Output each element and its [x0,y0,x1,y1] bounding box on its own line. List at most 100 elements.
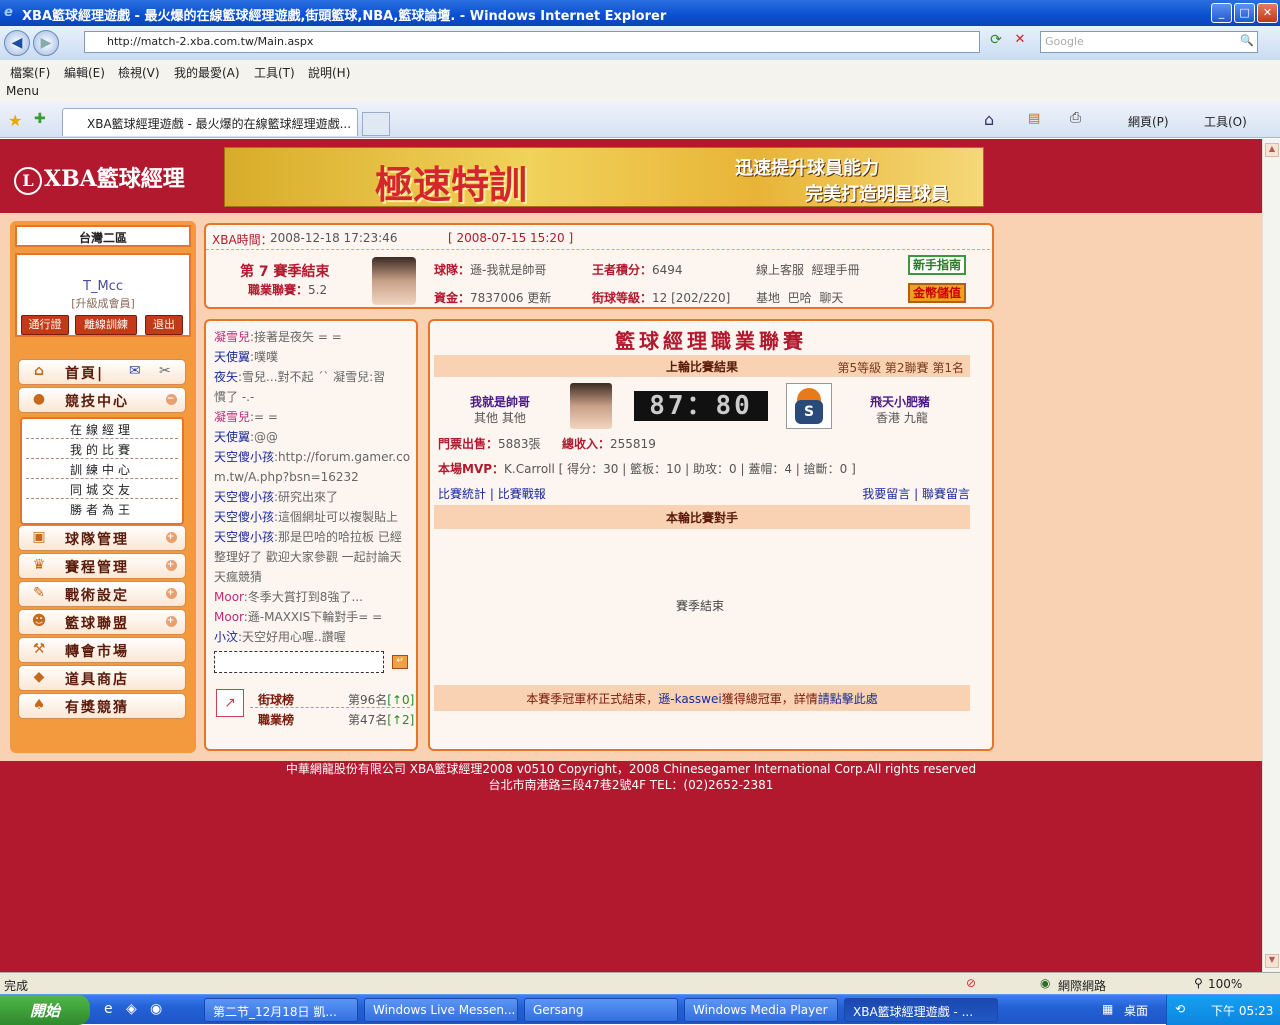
start-button[interactable]: 開始 [0,995,90,1025]
submenu-training-center[interactable]: 訓練中心 [26,459,178,479]
new-tab-button[interactable] [362,112,390,136]
submenu-online-manager[interactable]: 在線經理 [26,419,178,439]
stop-icon[interactable]: ✕ [1010,32,1030,52]
base-link[interactable]: 基地 [756,291,780,305]
submenu-my-matches[interactable]: 我的比賽 [26,439,178,459]
taskbar-item-active[interactable]: XBA籃球經理遊戲 - ... [844,998,998,1022]
ie-quicklaunch-icon[interactable]: e [104,1001,113,1017]
submenu-winner[interactable]: 勝者為王 [26,499,178,519]
chat-user[interactable]: Moor [214,590,244,604]
chat-user[interactable]: 天使翼 [214,430,250,444]
chat-user[interactable]: 天空傻小孩 [214,530,274,544]
menu-transfer[interactable]: ⚒ 轉會市場 [18,637,186,663]
menu-league[interactable]: ☻ 籃球聯盟 + [18,609,186,635]
search-input[interactable]: Google [1040,31,1258,53]
home-team-name[interactable]: 我就是帥哥 [470,393,530,410]
desktop-icon[interactable]: ▦ [1102,1002,1113,1016]
bahamut-link[interactable]: 巴哈 [788,291,812,305]
menu-team[interactable]: ▣ 球隊管理 + [18,525,186,551]
newbie-guide-button[interactable]: 新手指南 [908,255,966,275]
taskbar-item[interactable]: Gersang [524,998,678,1022]
refresh-icon[interactable]: ⟳ [986,32,1006,52]
details-link[interactable]: 請點擊此處 [818,692,878,706]
chat-user[interactable]: Moor [214,610,244,624]
home-team-avatar[interactable] [570,383,612,429]
user-level[interactable]: [升級成會員] [17,295,189,311]
chat-input[interactable] [214,651,384,673]
chat-link[interactable]: 聊天 [819,291,843,305]
zoom-level[interactable]: 100% [1208,977,1242,991]
menu-tools[interactable]: 工具(T) [254,64,295,81]
logout-button[interactable]: 退出 [145,315,183,335]
away-team-logo[interactable]: S [786,383,832,429]
forward-button[interactable]: ▶ [33,30,59,56]
expand-icon[interactable]: + [166,588,177,599]
media-quicklaunch-icon[interactable]: ◉ [150,1001,162,1017]
mail-icon[interactable]: ✉ [129,363,143,379]
expand-icon[interactable]: + [166,532,177,543]
handbook-link[interactable]: 經理手冊 [812,263,860,277]
menu-view[interactable]: 檢視(V) [118,64,160,81]
vertical-scrollbar[interactable]: ▲ ▼ [1262,139,1280,972]
taskbar-item[interactable]: Windows Media Player [684,998,838,1022]
chat-user[interactable]: 天空傻小孩 [214,490,274,504]
tools-menu[interactable]: 工具(O) [1204,113,1247,130]
manager-avatar[interactable] [372,257,416,305]
promo-banner[interactable]: 極速特訓 迅速提升球員能力 完美打造明星球員 [224,147,984,207]
offline-training-button[interactable]: 離線訓練 [75,315,137,335]
menu-home[interactable]: ⌂ 首頁| ✉ ✂ [18,359,186,385]
champion-team-link[interactable]: 遜-kasswei [658,692,721,706]
search-go-icon[interactable]: 🔍 [1240,34,1254,47]
chat-user[interactable]: 夜矢 [214,370,238,384]
leave-message-link[interactable]: 我要留言 [862,487,910,501]
quicklaunch-icon[interactable]: ◈ [126,1001,137,1017]
menu-schedule[interactable]: ♛ 賽程管理 + [18,553,186,579]
desktop-label[interactable]: 桌面 [1124,1002,1148,1019]
chat-user[interactable]: 天使翼 [214,350,250,364]
menu-edit[interactable]: 編輯(E) [64,64,105,81]
print-icon[interactable]: ⎙ [1070,110,1081,126]
street-rank-label[interactable]: 街球榜 [258,691,294,708]
menu-tactics[interactable]: ✎ 戰術設定 + [18,581,186,607]
add-favorite-icon[interactable]: ✚ [34,111,46,127]
close-button[interactable]: ✕ [1257,3,1278,23]
away-team-name[interactable]: 飛天小肥豬 [870,393,930,410]
taskbar-item[interactable]: Windows Live Messen... [364,998,518,1022]
taskbar-item[interactable]: 第二节_12月18日 凱... [204,998,358,1022]
match-report-link[interactable]: 比賽戰報 [498,487,546,501]
maximize-button[interactable]: □ [1234,3,1255,23]
menu-compete[interactable]: ● 競技中心 − [18,387,186,413]
refresh-link[interactable]: 更新 [527,291,551,305]
send-icon[interactable]: ↵ [392,655,408,669]
tray-icon[interactable]: ⟲ [1175,1002,1185,1016]
chat-user[interactable]: 凝雪兒 [214,410,250,424]
home-icon[interactable]: ⌂ [984,110,994,129]
minimize-button[interactable]: _ [1211,3,1232,23]
back-button[interactable]: ◀ [4,30,30,56]
expand-icon[interactable]: + [166,616,177,627]
collapse-icon[interactable]: − [166,394,177,405]
tab-active[interactable]: XBA籃球經理遊戲 - 最火爆的在線籃球經理遊戲... [62,108,358,136]
pro-rank-label[interactable]: 職業榜 [258,711,294,728]
tools-icon[interactable]: ✂ [159,363,173,379]
site-logo[interactable]: L XBA籃球經理 [14,161,185,195]
chat-user[interactable]: 天空傻小孩 [214,450,274,464]
feeds-icon[interactable]: ▤ [1028,111,1040,126]
page-menu[interactable]: 網頁(P) [1128,113,1169,130]
menu-favorites[interactable]: 我的最愛(A) [174,64,240,81]
menu-help[interactable]: 說明(H) [308,64,350,81]
gold-topup-button[interactable]: 金幣儲值 [908,283,966,303]
menu-shop[interactable]: ◆ 道具商店 [18,665,186,691]
menu-lottery[interactable]: ♠ 有獎競猜 [18,693,186,719]
chat-user[interactable]: 小汶 [214,630,238,644]
match-stats-link[interactable]: 比賽統計 [438,487,486,501]
expand-icon[interactable]: + [166,560,177,571]
service-link[interactable]: 線上客服 [756,263,804,277]
menu-file[interactable]: 檔案(F) [10,64,50,81]
submenu-local-friends[interactable]: 同城交友 [26,479,178,499]
address-input[interactable]: http://match-2.xba.com.tw/Main.aspx [84,31,980,53]
chat-user[interactable]: 天空傻小孩 [214,510,274,524]
chat-user[interactable]: 凝雪兒 [214,330,250,344]
favorites-star-icon[interactable]: ★ [8,111,22,130]
pass-button[interactable]: 通行證 [21,315,69,335]
